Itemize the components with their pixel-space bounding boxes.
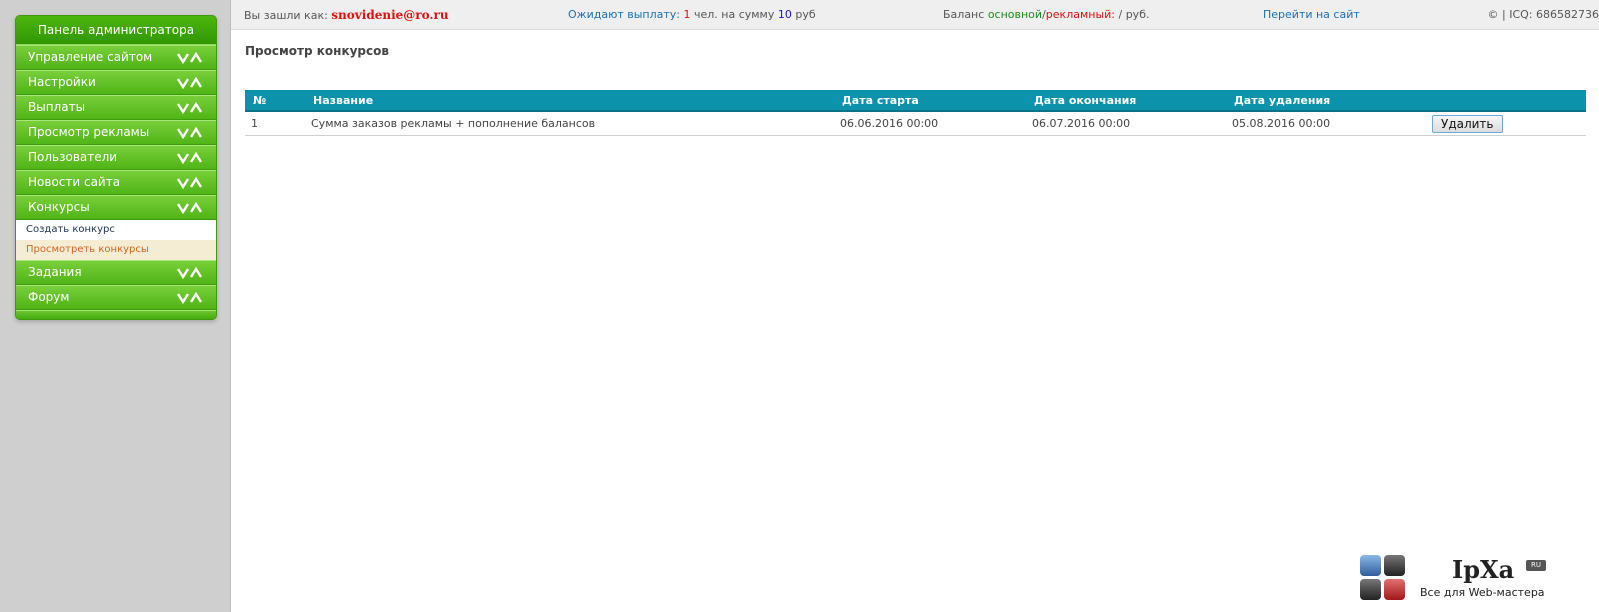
column-header-end-date: Дата окончания (1026, 90, 1226, 112)
submenu-view-contests[interactable]: Просмотреть конкурсы (16, 240, 216, 260)
menu-item-label: Конкурсы (28, 200, 90, 214)
logo-badge: RU (1526, 560, 1546, 571)
cell-number: 1 (245, 111, 305, 136)
menu-item-settings[interactable]: Настройки (16, 70, 216, 95)
table-header-row: № Название Дата старта Дата окончания Да… (245, 90, 1586, 112)
menu-item-site-management[interactable]: Управление сайтом (16, 45, 216, 70)
chevron-toggle-icon (177, 177, 203, 189)
ipxa-logo[interactable]: IpXa RU Все для Web-мастера (1360, 555, 1560, 605)
column-header-delete-date: Дата удаления (1226, 90, 1426, 112)
chevron-toggle-icon (177, 267, 203, 279)
pending-payouts-info: Ожидают выплату: 1 чел. на сумму 10 руб (568, 0, 816, 30)
delete-button[interactable]: Удалить (1432, 114, 1503, 133)
menu-item-label: Форум (28, 290, 70, 304)
menu-item-label: Задания (28, 265, 82, 279)
pending-payouts-link[interactable]: Ожидают выплату: (568, 8, 680, 21)
go-to-site-link[interactable]: Перейти на сайт (1263, 0, 1360, 30)
logged-in-label: Вы зашли как: (244, 9, 328, 22)
cell-end-date: 06.07.2016 00:00 (1026, 111, 1226, 136)
chevron-toggle-icon (177, 202, 203, 214)
balance-value: / руб. (1118, 8, 1150, 21)
contests-table: № Название Дата старта Дата окончания Да… (245, 90, 1586, 136)
logged-in-info: Вы зашли как: snovidenie@ro.ru (244, 0, 449, 31)
balance-main-label: основной (987, 8, 1043, 21)
pending-sum: 10 (777, 8, 792, 21)
cell-delete-date: 05.08.2016 00:00 (1226, 111, 1426, 136)
balance-info: Баланс основной/рекламный: / руб. (943, 0, 1149, 30)
user-login: snovidenie@ro.ru (331, 8, 449, 22)
menu-item-site-news[interactable]: Новости сайта (16, 170, 216, 195)
logo-tiles-icon (1360, 555, 1410, 605)
chevron-toggle-icon (177, 152, 203, 164)
chevron-toggle-icon (177, 102, 203, 114)
balance-ad-label: рекламный: (1045, 8, 1115, 21)
cell-start-date: 06.06.2016 00:00 (834, 111, 1026, 136)
chevron-toggle-icon (177, 127, 203, 139)
top-status-bar: Вы зашли как: snovidenie@ro.ru Ожидают в… (231, 0, 1599, 30)
page-title: Просмотр конкурсов (245, 44, 389, 58)
logo-brand: IpXa (1452, 555, 1515, 584)
menu-item-label: Выплаты (28, 100, 86, 114)
menu-item-users[interactable]: Пользователи (16, 145, 216, 170)
table-row: 1 Сумма заказов рекламы + пополнение бал… (245, 111, 1586, 136)
currency-label: руб (795, 8, 816, 21)
menu-item-contests[interactable]: Конкурсы (16, 195, 216, 220)
chevron-toggle-icon (177, 52, 203, 64)
menu-item-forum[interactable]: Форум (16, 285, 216, 310)
menu-item-tasks[interactable]: Задания (16, 260, 216, 285)
menu-item-payouts[interactable]: Выплаты (16, 95, 216, 120)
submenu-create-contest[interactable]: Создать конкурс (16, 220, 216, 240)
logo-tagline: Все для Web-мастера (1420, 586, 1545, 599)
copyright-icq: © | ICQ: 686582736 (1487, 8, 1599, 21)
cell-actions: Удалить (1426, 111, 1586, 136)
admin-panel-header: Панель администратора (16, 16, 216, 45)
pending-count: 1 (683, 8, 691, 21)
column-header-actions (1426, 90, 1586, 112)
column-header-name: Название (305, 90, 834, 112)
menu-item-label: Настройки (28, 75, 96, 89)
cell-contest-name: Сумма заказов рекламы + пополнение балан… (305, 111, 834, 136)
admin-menu: Панель администратора Управление сайтом … (15, 15, 217, 320)
menu-item-label: Пользователи (28, 150, 118, 164)
contests-submenu: Создать конкурс Просмотреть конкурсы (16, 220, 216, 260)
chevron-toggle-icon (177, 77, 203, 89)
menu-item-ad-views[interactable]: Просмотр рекламы (16, 120, 216, 145)
chevron-toggle-icon (177, 292, 203, 304)
people-label: чел. на сумму (693, 8, 775, 21)
menu-footer (16, 310, 216, 319)
column-header-start-date: Дата старта (834, 90, 1026, 112)
menu-item-label: Управление сайтом (28, 50, 153, 64)
menu-item-label: Новости сайта (28, 175, 121, 189)
balance-label: Баланс (943, 8, 985, 21)
column-header-number: № (245, 90, 305, 112)
menu-item-label: Просмотр рекламы (28, 125, 150, 139)
